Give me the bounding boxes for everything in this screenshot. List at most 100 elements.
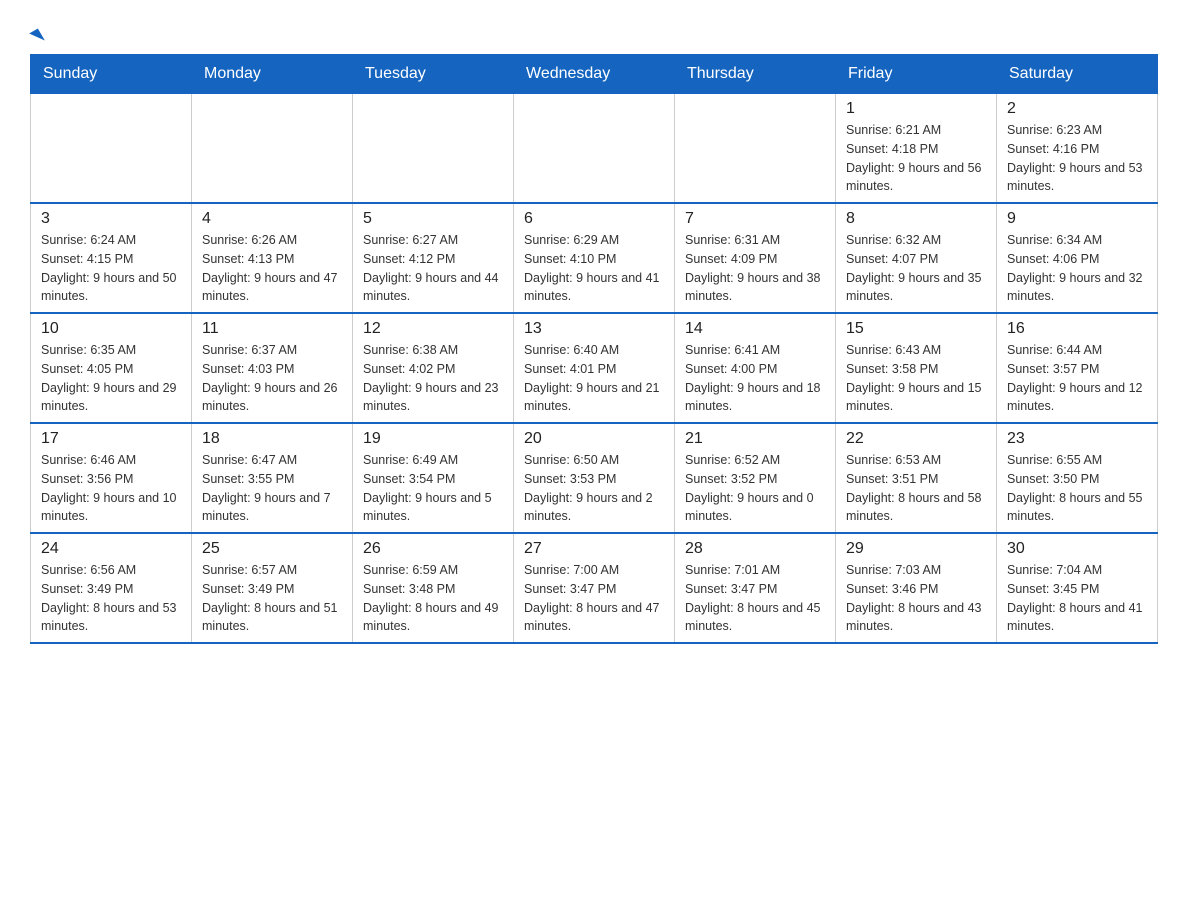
day-info: Sunrise: 6:29 AM Sunset: 4:10 PM Dayligh… xyxy=(524,231,664,306)
day-number: 27 xyxy=(524,540,664,558)
calendar-cell xyxy=(514,94,675,204)
day-number: 19 xyxy=(363,430,503,448)
calendar-cell xyxy=(31,94,192,204)
calendar-cell: 12 Sunrise: 6:38 AM Sunset: 4:02 PM Dayli… xyxy=(353,313,514,423)
calendar-cell: 1 Sunrise: 6:21 AM Sunset: 4:18 PM Daylig… xyxy=(836,94,997,204)
calendar-cell: 14 Sunrise: 6:41 AM Sunset: 4:00 PM Dayli… xyxy=(675,313,836,423)
calendar-cell: 5Sunrise: 6:27 AM Sunset: 4:12 PM Daylig… xyxy=(353,203,514,313)
calendar-cell xyxy=(675,94,836,204)
day-info: Sunrise: 6:24 AM Sunset: 4:15 PM Dayligh… xyxy=(41,231,181,306)
day-number: 22 xyxy=(846,430,986,448)
calendar-week-row: 10 Sunrise: 6:35 AM Sunset: 4:05 PM Dayli… xyxy=(31,313,1158,423)
day-number: 8 xyxy=(846,210,986,228)
day-info: Sunrise: 6:56 AM Sunset: 3:49 PM Dayligh… xyxy=(41,561,181,636)
day-info: Sunrise: 6:55 AM Sunset: 3:50 PM Dayligh… xyxy=(1007,451,1147,526)
day-number: 4 xyxy=(202,210,342,228)
day-number: 14 xyxy=(685,320,825,338)
calendar-cell: 18 Sunrise: 6:47 AM Sunset: 3:55 PM Dayli… xyxy=(192,423,353,533)
day-info: Sunrise: 6:47 AM Sunset: 3:55 PM Dayligh… xyxy=(202,451,342,526)
calendar-cell: 24Sunrise: 6:56 AM Sunset: 3:49 PM Dayli… xyxy=(31,533,192,643)
calendar-cell: 4 Sunrise: 6:26 AM Sunset: 4:13 PM Daylig… xyxy=(192,203,353,313)
day-number: 12 xyxy=(363,320,503,338)
calendar-cell: 16 Sunrise: 6:44 AM Sunset: 3:57 PM Dayli… xyxy=(997,313,1158,423)
day-info: Sunrise: 6:23 AM Sunset: 4:16 PM Dayligh… xyxy=(1007,121,1147,196)
day-number: 20 xyxy=(524,430,664,448)
calendar-cell: 23 Sunrise: 6:55 AM Sunset: 3:50 PM Dayli… xyxy=(997,423,1158,533)
day-info: Sunrise: 7:03 AM Sunset: 3:46 PM Dayligh… xyxy=(846,561,986,636)
calendar-cell: 28Sunrise: 7:01 AM Sunset: 3:47 PM Dayli… xyxy=(675,533,836,643)
calendar-cell: 26 Sunrise: 6:59 AM Sunset: 3:48 PM Dayli… xyxy=(353,533,514,643)
day-number: 21 xyxy=(685,430,825,448)
day-info: Sunrise: 6:21 AM Sunset: 4:18 PM Dayligh… xyxy=(846,121,986,196)
calendar-cell xyxy=(192,94,353,204)
calendar-cell: 2 Sunrise: 6:23 AM Sunset: 4:16 PM Daylig… xyxy=(997,94,1158,204)
day-info: Sunrise: 6:44 AM Sunset: 3:57 PM Dayligh… xyxy=(1007,341,1147,416)
calendar-week-row: 17 Sunrise: 6:46 AM Sunset: 3:56 PM Dayli… xyxy=(31,423,1158,533)
day-info: Sunrise: 6:38 AM Sunset: 4:02 PM Dayligh… xyxy=(363,341,503,416)
day-info: Sunrise: 6:46 AM Sunset: 3:56 PM Dayligh… xyxy=(41,451,181,526)
day-info: Sunrise: 6:34 AM Sunset: 4:06 PM Dayligh… xyxy=(1007,231,1147,306)
day-info: Sunrise: 6:26 AM Sunset: 4:13 PM Dayligh… xyxy=(202,231,342,306)
calendar-week-row: 24Sunrise: 6:56 AM Sunset: 3:49 PM Dayli… xyxy=(31,533,1158,643)
day-number: 23 xyxy=(1007,430,1147,448)
day-number: 30 xyxy=(1007,540,1147,558)
calendar-cell xyxy=(353,94,514,204)
calendar-cell: 13Sunrise: 6:40 AM Sunset: 4:01 PM Dayli… xyxy=(514,313,675,423)
day-number: 9 xyxy=(1007,210,1147,228)
day-info: Sunrise: 7:04 AM Sunset: 3:45 PM Dayligh… xyxy=(1007,561,1147,636)
col-header-sunday: Sunday xyxy=(31,55,192,94)
day-info: Sunrise: 6:43 AM Sunset: 3:58 PM Dayligh… xyxy=(846,341,986,416)
logo xyxy=(30,20,42,44)
calendar-cell: 7Sunrise: 6:31 AM Sunset: 4:09 PM Daylig… xyxy=(675,203,836,313)
calendar-cell: 25 Sunrise: 6:57 AM Sunset: 3:49 PM Dayli… xyxy=(192,533,353,643)
day-info: Sunrise: 6:59 AM Sunset: 3:48 PM Dayligh… xyxy=(363,561,503,636)
day-info: Sunrise: 6:32 AM Sunset: 4:07 PM Dayligh… xyxy=(846,231,986,306)
col-header-wednesday: Wednesday xyxy=(514,55,675,94)
day-number: 5 xyxy=(363,210,503,228)
calendar-cell: 17 Sunrise: 6:46 AM Sunset: 3:56 PM Dayli… xyxy=(31,423,192,533)
day-info: Sunrise: 6:53 AM Sunset: 3:51 PM Dayligh… xyxy=(846,451,986,526)
day-info: Sunrise: 6:35 AM Sunset: 4:05 PM Dayligh… xyxy=(41,341,181,416)
day-number: 3 xyxy=(41,210,181,228)
calendar-cell: 8 Sunrise: 6:32 AM Sunset: 4:07 PM Daylig… xyxy=(836,203,997,313)
header xyxy=(30,20,1158,44)
day-info: Sunrise: 6:40 AM Sunset: 4:01 PM Dayligh… xyxy=(524,341,664,416)
day-number: 11 xyxy=(202,320,342,338)
calendar-cell: 15 Sunrise: 6:43 AM Sunset: 3:58 PM Dayli… xyxy=(836,313,997,423)
day-info: Sunrise: 6:57 AM Sunset: 3:49 PM Dayligh… xyxy=(202,561,342,636)
calendar-cell: 11 Sunrise: 6:37 AM Sunset: 4:03 PM Dayli… xyxy=(192,313,353,423)
day-info: Sunrise: 6:49 AM Sunset: 3:54 PM Dayligh… xyxy=(363,451,503,526)
day-info: Sunrise: 6:41 AM Sunset: 4:00 PM Dayligh… xyxy=(685,341,825,416)
calendar-cell: 19 Sunrise: 6:49 AM Sunset: 3:54 PM Dayli… xyxy=(353,423,514,533)
col-header-tuesday: Tuesday xyxy=(353,55,514,94)
calendar-cell: 29 Sunrise: 7:03 AM Sunset: 3:46 PM Dayli… xyxy=(836,533,997,643)
calendar-cell: 10 Sunrise: 6:35 AM Sunset: 4:05 PM Dayli… xyxy=(31,313,192,423)
day-number: 29 xyxy=(846,540,986,558)
day-number: 2 xyxy=(1007,100,1147,118)
calendar-cell: 21 Sunrise: 6:52 AM Sunset: 3:52 PM Dayli… xyxy=(675,423,836,533)
day-number: 1 xyxy=(846,100,986,118)
day-info: Sunrise: 7:00 AM Sunset: 3:47 PM Dayligh… xyxy=(524,561,664,636)
calendar-cell: 6 Sunrise: 6:29 AM Sunset: 4:10 PM Daylig… xyxy=(514,203,675,313)
calendar-table: SundayMondayTuesdayWednesdayThursdayFrid… xyxy=(30,54,1158,644)
day-number: 18 xyxy=(202,430,342,448)
day-info: Sunrise: 6:37 AM Sunset: 4:03 PM Dayligh… xyxy=(202,341,342,416)
calendar-week-row: 1 Sunrise: 6:21 AM Sunset: 4:18 PM Daylig… xyxy=(31,94,1158,204)
day-number: 16 xyxy=(1007,320,1147,338)
calendar-header-row: SundayMondayTuesdayWednesdayThursdayFrid… xyxy=(31,55,1158,94)
day-number: 17 xyxy=(41,430,181,448)
calendar-cell: 22 Sunrise: 6:53 AM Sunset: 3:51 PM Dayli… xyxy=(836,423,997,533)
calendar-cell: 3 Sunrise: 6:24 AM Sunset: 4:15 PM Daylig… xyxy=(31,203,192,313)
day-number: 25 xyxy=(202,540,342,558)
day-number: 6 xyxy=(524,210,664,228)
calendar-cell: 9 Sunrise: 6:34 AM Sunset: 4:06 PM Daylig… xyxy=(997,203,1158,313)
day-info: Sunrise: 6:31 AM Sunset: 4:09 PM Dayligh… xyxy=(685,231,825,306)
calendar-cell: 30 Sunrise: 7:04 AM Sunset: 3:45 PM Dayli… xyxy=(997,533,1158,643)
day-info: Sunrise: 6:50 AM Sunset: 3:53 PM Dayligh… xyxy=(524,451,664,526)
day-number: 15 xyxy=(846,320,986,338)
calendar-week-row: 3 Sunrise: 6:24 AM Sunset: 4:15 PM Daylig… xyxy=(31,203,1158,313)
day-info: Sunrise: 6:52 AM Sunset: 3:52 PM Dayligh… xyxy=(685,451,825,526)
day-number: 10 xyxy=(41,320,181,338)
day-number: 26 xyxy=(363,540,503,558)
col-header-thursday: Thursday xyxy=(675,55,836,94)
